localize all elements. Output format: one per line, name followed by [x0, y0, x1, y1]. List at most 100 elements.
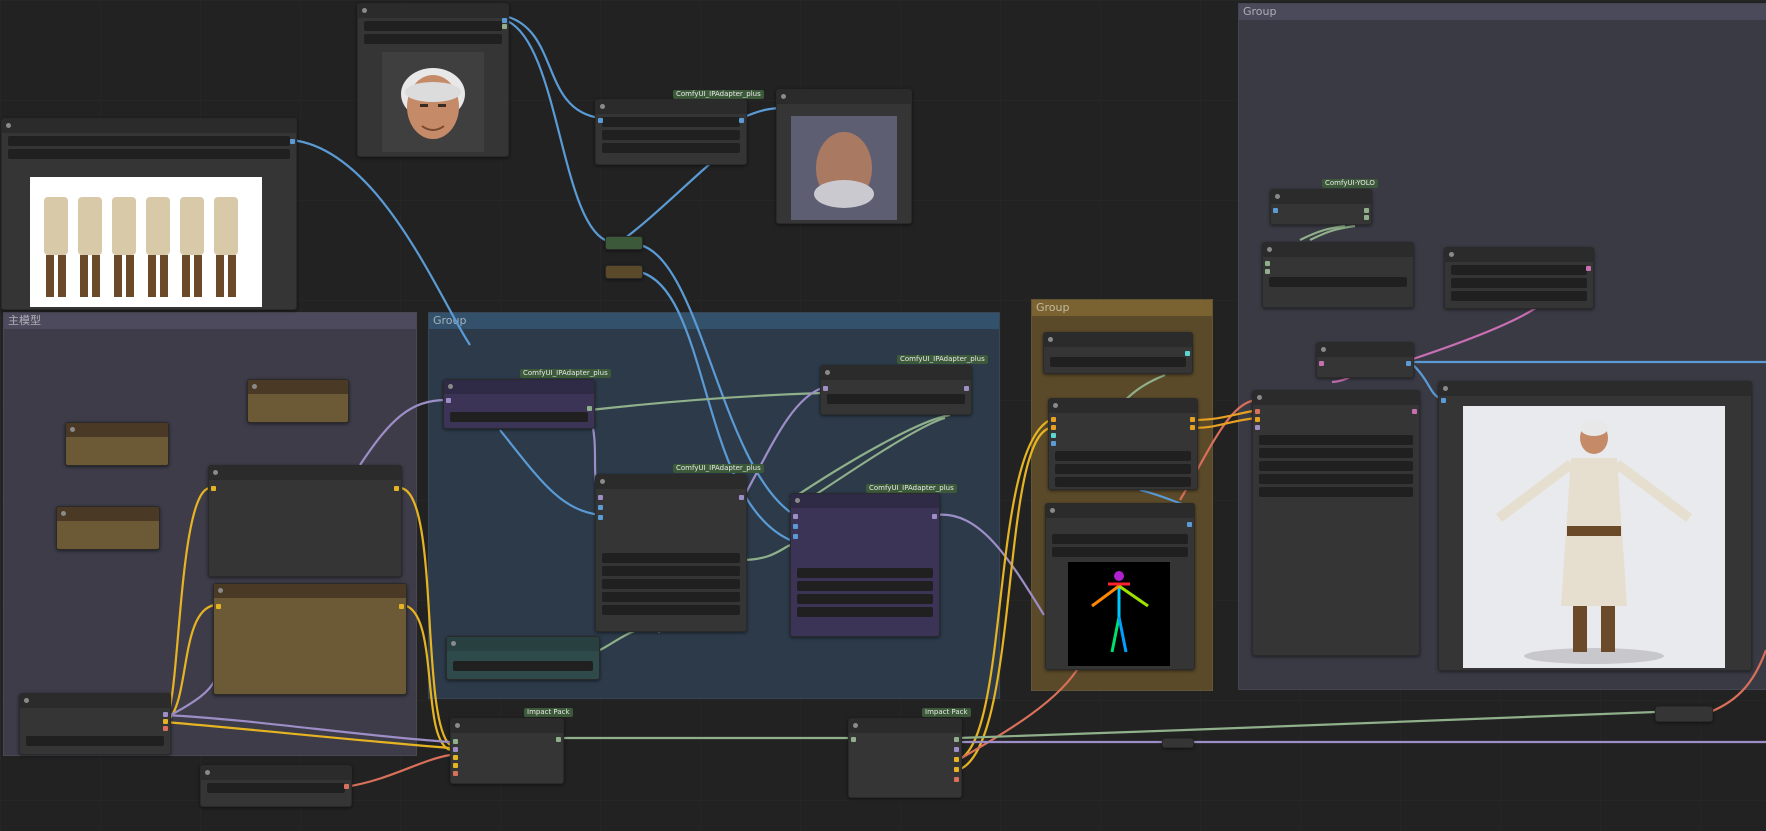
node-widget[interactable] — [364, 34, 502, 44]
collapse-dot-icon[interactable] — [362, 8, 367, 13]
main-model-node[interactable] — [247, 379, 349, 423]
collapse-dot-icon[interactable] — [24, 698, 29, 703]
output-port[interactable] — [394, 486, 399, 491]
ipadapter-advanced-node[interactable] — [595, 474, 747, 632]
save-image-node[interactable] — [1438, 381, 1752, 671]
node-header[interactable] — [1445, 248, 1593, 262]
node-header[interactable] — [791, 494, 939, 508]
collapse-dot-icon[interactable] — [451, 641, 456, 646]
input-port[interactable] — [1319, 361, 1324, 366]
node-widget[interactable] — [1259, 461, 1413, 471]
preview-image-node[interactable] — [776, 89, 912, 224]
detector-provider-node[interactable] — [1262, 242, 1414, 308]
node-graph-canvas[interactable]: Group 主模型 Group Group ComfyUI_IPAdapter_… — [0, 0, 1766, 831]
node-header[interactable] — [1317, 343, 1413, 357]
input-port[interactable] — [453, 739, 458, 744]
input-port[interactable] — [1051, 425, 1056, 430]
output-port[interactable] — [399, 604, 404, 609]
input-port[interactable] — [1265, 261, 1270, 266]
collapse-dot-icon[interactable] — [70, 427, 75, 432]
reroute-node[interactable] — [605, 236, 643, 250]
node-header[interactable] — [66, 423, 168, 437]
node-widget[interactable] — [1055, 477, 1191, 487]
node-header[interactable] — [1049, 399, 1197, 413]
collapse-dot-icon[interactable] — [1048, 337, 1053, 342]
input-port[interactable] — [1255, 409, 1260, 414]
output-port[interactable] — [163, 719, 168, 724]
clip-vision-node[interactable] — [446, 636, 600, 680]
ipadapter-unified-loader-node[interactable] — [443, 379, 595, 429]
input-port[interactable] — [1051, 441, 1056, 446]
output-port[interactable] — [1190, 417, 1195, 422]
node-header[interactable] — [358, 4, 508, 18]
node-widget[interactable] — [797, 568, 933, 578]
node-widget[interactable] — [602, 130, 740, 140]
input-port[interactable] — [1265, 269, 1270, 274]
node-header[interactable] — [1263, 243, 1413, 257]
lora-loader-node[interactable] — [213, 583, 407, 695]
input-port[interactable] — [1051, 433, 1056, 438]
output-port[interactable] — [964, 386, 969, 391]
input-port[interactable] — [793, 524, 798, 529]
yolo-node[interactable] — [1270, 189, 1372, 225]
input-port[interactable] — [211, 486, 216, 491]
output-port[interactable] — [587, 406, 592, 411]
node-header[interactable] — [1046, 504, 1194, 518]
collapse-dot-icon[interactable] — [455, 723, 460, 728]
output-port[interactable] — [954, 757, 959, 762]
node-widget[interactable] — [1451, 278, 1587, 288]
collapse-dot-icon[interactable] — [795, 498, 800, 503]
collapse-dot-icon[interactable] — [61, 511, 66, 516]
ipadapter-advanced-node-2[interactable] — [790, 493, 940, 637]
segm-detector-node[interactable] — [1444, 247, 1594, 309]
input-port[interactable] — [453, 755, 458, 760]
ipadapter-encoder-node[interactable] — [820, 365, 972, 415]
output-port[interactable] — [1586, 266, 1591, 271]
output-port[interactable] — [1190, 425, 1195, 430]
collapse-dot-icon[interactable] — [448, 384, 453, 389]
face-detailer-node[interactable] — [1252, 390, 1420, 656]
node-widget[interactable] — [827, 394, 965, 404]
node-widget[interactable] — [602, 566, 740, 576]
collapse-dot-icon[interactable] — [600, 104, 605, 109]
node-widget[interactable] — [364, 21, 502, 31]
output-port[interactable] — [1185, 351, 1190, 356]
output-port[interactable] — [1364, 215, 1369, 220]
node-header[interactable] — [451, 719, 563, 733]
output-port[interactable] — [1187, 522, 1192, 527]
output-port[interactable] — [954, 747, 959, 752]
input-port[interactable] — [453, 747, 458, 752]
node-widget[interactable] — [207, 783, 345, 793]
node-widget[interactable] — [1451, 265, 1587, 275]
reroute-node[interactable] — [1655, 706, 1713, 722]
node-widget[interactable] — [26, 736, 164, 746]
input-port[interactable] — [598, 495, 603, 500]
node-widget[interactable] — [8, 136, 290, 146]
collapse-dot-icon[interactable] — [1267, 247, 1272, 252]
collapse-dot-icon[interactable] — [205, 770, 210, 775]
node-widget[interactable] — [1259, 448, 1413, 458]
node-header[interactable] — [20, 694, 170, 708]
vae-node[interactable] — [200, 765, 352, 807]
node-widget[interactable] — [1269, 277, 1407, 287]
node-widget[interactable] — [602, 553, 740, 563]
input-port[interactable] — [1051, 417, 1056, 422]
collapse-dot-icon[interactable] — [1050, 508, 1055, 513]
reroute-node[interactable] — [1162, 738, 1194, 748]
node-widget[interactable] — [8, 149, 290, 159]
node-header[interactable] — [444, 380, 594, 394]
node-widget[interactable] — [602, 579, 740, 589]
collapse-dot-icon[interactable] — [1257, 395, 1262, 400]
input-port[interactable] — [446, 398, 451, 403]
collapse-dot-icon[interactable] — [213, 470, 218, 475]
output-port[interactable] — [1406, 361, 1411, 366]
collapse-dot-icon[interactable] — [781, 94, 786, 99]
collapse-dot-icon[interactable] — [825, 370, 830, 375]
input-port[interactable] — [1255, 417, 1260, 422]
node-header[interactable] — [596, 475, 746, 489]
input-port[interactable] — [1255, 425, 1260, 430]
input-port[interactable] — [823, 386, 828, 391]
node-widget[interactable] — [1259, 487, 1413, 497]
node-header[interactable] — [248, 380, 348, 394]
node-header[interactable] — [1253, 391, 1419, 405]
